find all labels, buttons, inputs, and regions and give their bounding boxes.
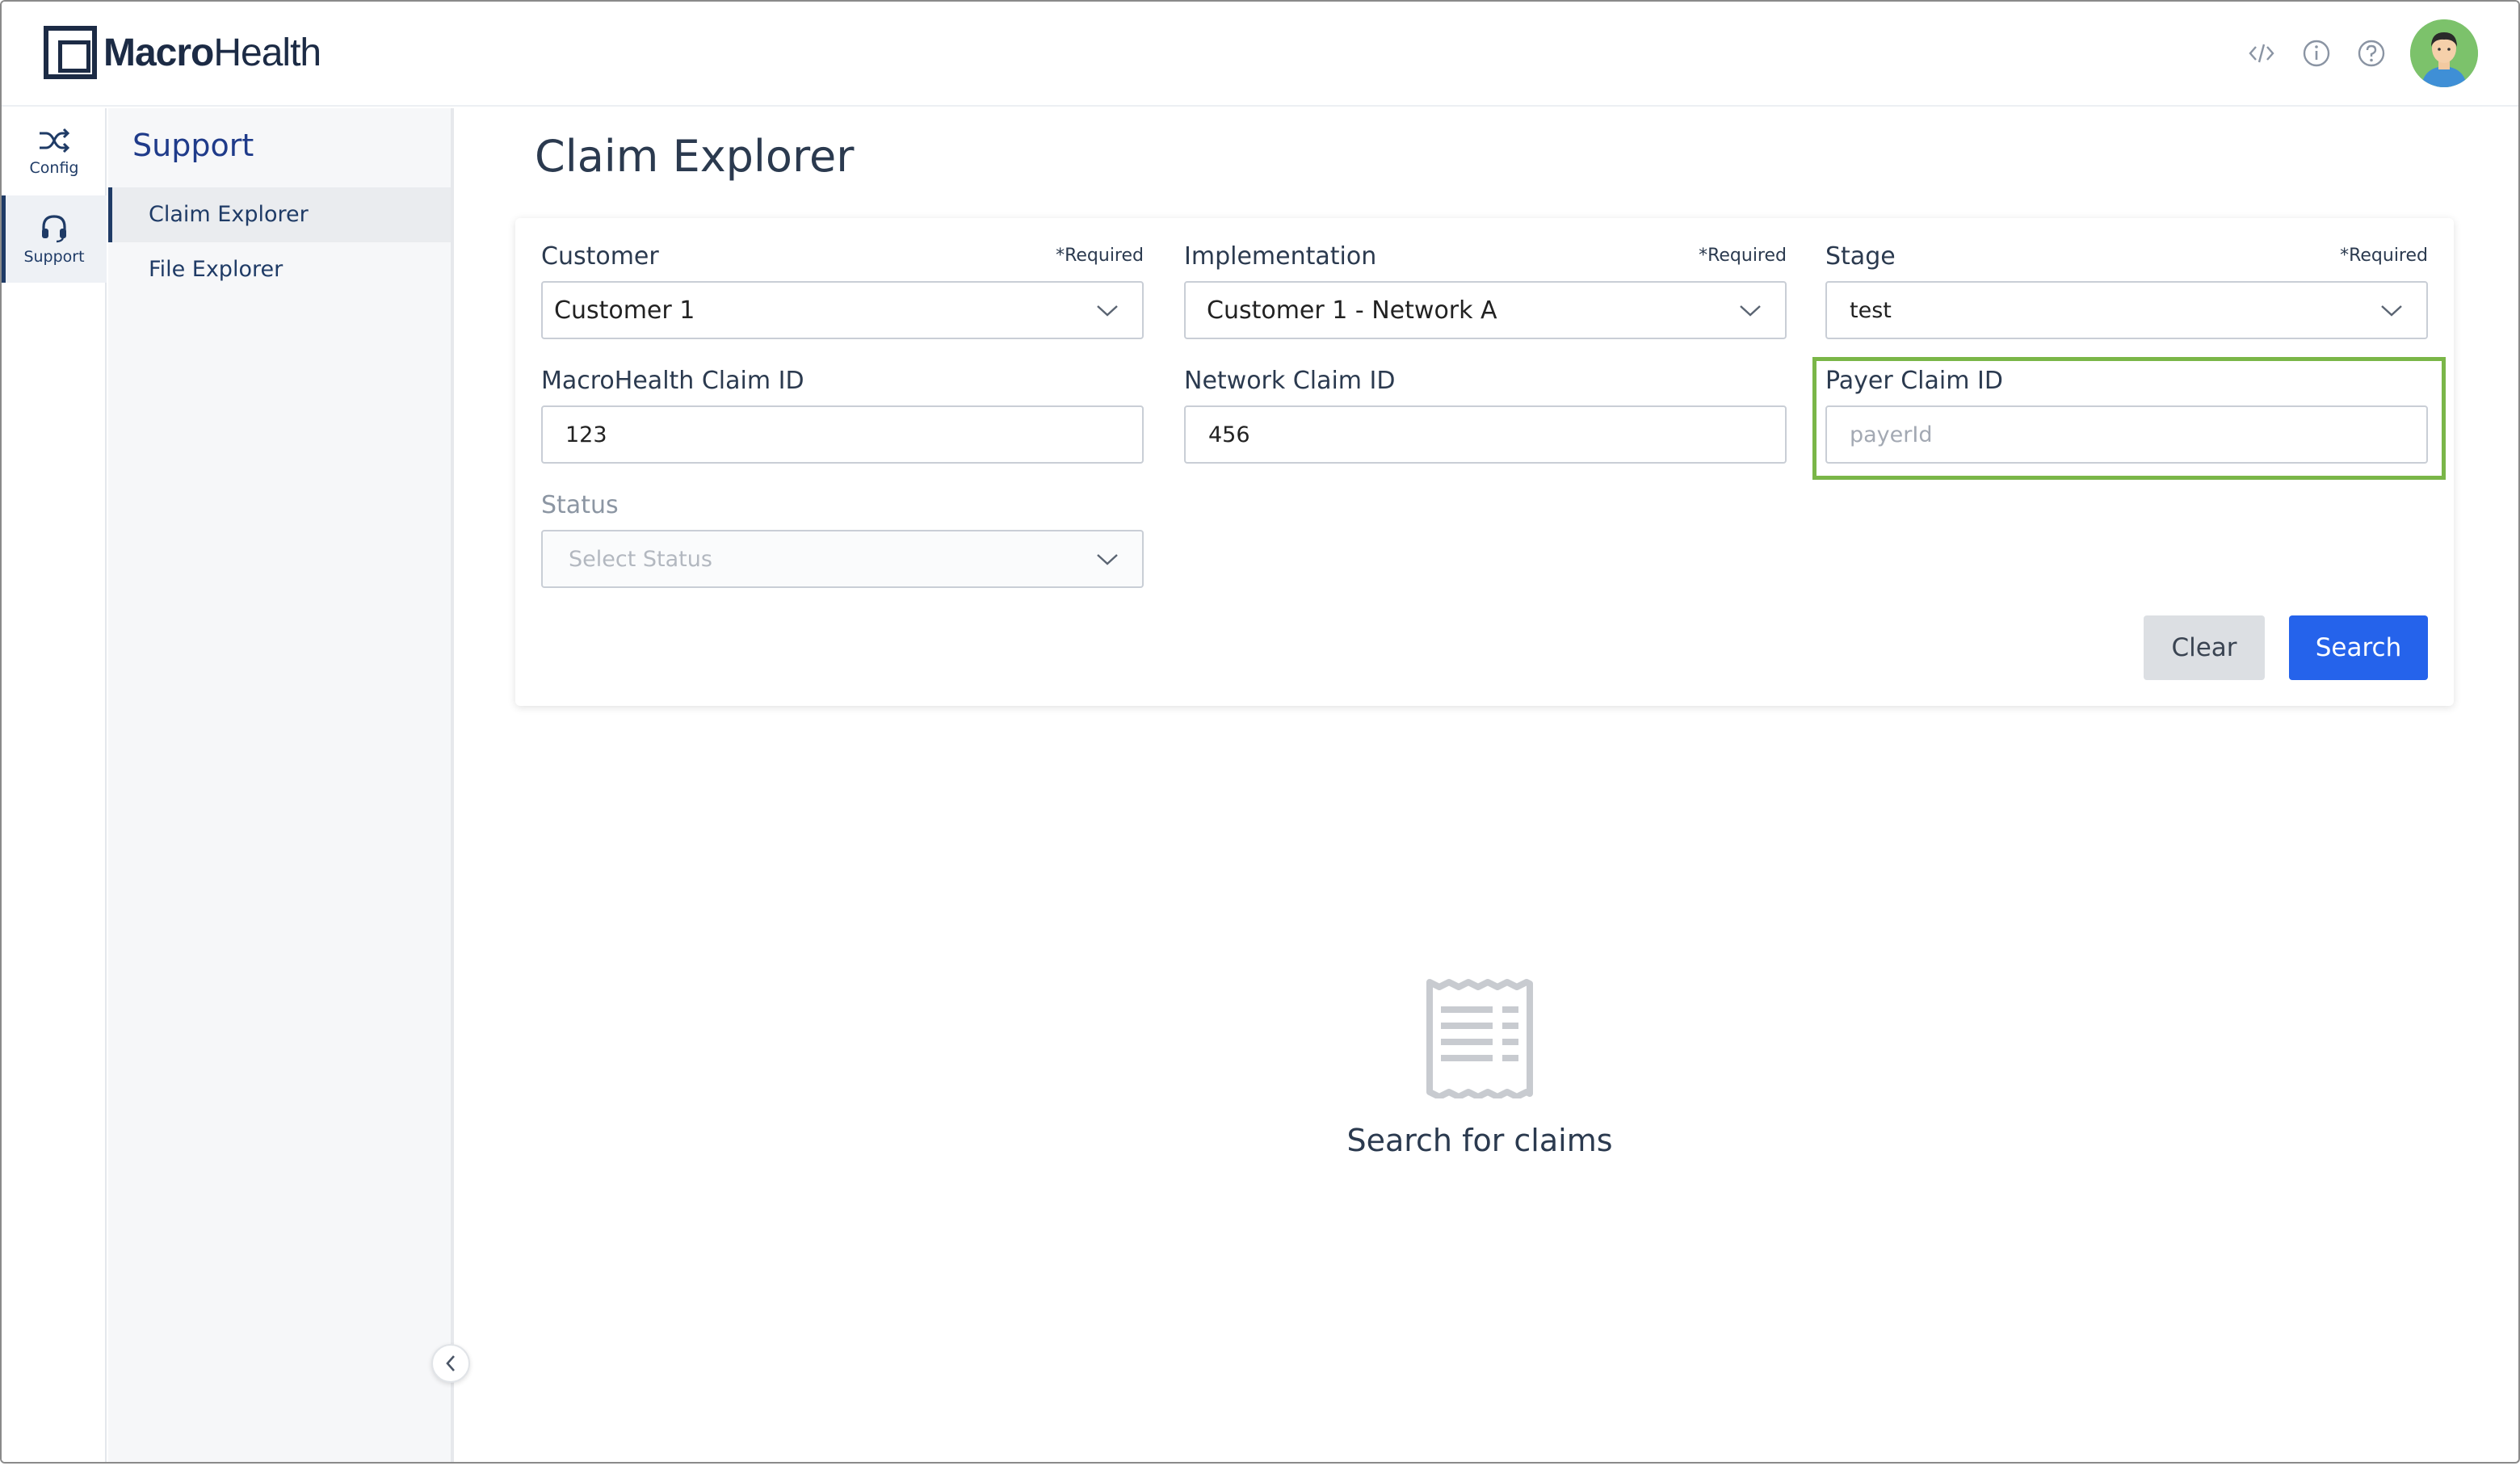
macrohealth-claim-id-value: 123 [565, 422, 607, 447]
implementation-select[interactable]: Customer 1 - Network A [1184, 281, 1787, 339]
macrohealth-claim-id-input[interactable]: 123 [541, 405, 1144, 464]
chevron-left-icon [446, 1355, 455, 1371]
sub-navigation: Support Claim Explorer File Explorer [108, 108, 454, 1462]
subnav-title: Support [132, 128, 254, 163]
headset-icon [42, 215, 66, 243]
customer-label: Customer [541, 242, 659, 271]
empty-state-text: Search for claims [1346, 1123, 1613, 1158]
collapse-sidebar-button[interactable] [431, 1344, 470, 1383]
rail-item-config[interactable]: Config [2, 108, 107, 195]
stage-label: Stage [1825, 242, 1896, 271]
clear-button[interactable]: Clear [2144, 615, 2265, 680]
brand-logo[interactable]: MacroHealth [44, 26, 321, 79]
stage-select[interactable]: test [1825, 281, 2428, 339]
required-indicator: *Required [1699, 246, 1787, 266]
status-label: Status [541, 491, 619, 519]
search-button[interactable]: Search [2289, 615, 2428, 680]
status-select[interactable]: Select Status [541, 530, 1144, 588]
stage-value: test [1850, 297, 1892, 323]
icon-rail: Config Support [2, 108, 107, 1462]
info-icon[interactable] [2300, 37, 2333, 69]
shuffle-icon [40, 128, 70, 153]
network-claim-id-value: 456 [1208, 422, 1250, 447]
subnav-item-file-explorer[interactable]: File Explorer [108, 242, 451, 297]
implementation-label: Implementation [1184, 242, 1377, 271]
chevron-down-icon [1097, 554, 1118, 565]
chevron-down-icon [1097, 305, 1118, 317]
user-avatar[interactable] [2410, 19, 2478, 87]
code-icon[interactable] [2245, 37, 2278, 69]
macrohealth-claim-id-label: MacroHealth Claim ID [541, 367, 804, 395]
rail-item-label: Support [23, 248, 85, 266]
app-window: MacroHealth Config Support Support Claim… [0, 0, 2520, 1464]
implementation-value: Customer 1 - Network A [1207, 296, 1497, 325]
required-indicator: *Required [1056, 246, 1144, 266]
rail-item-support[interactable]: Support [2, 195, 107, 283]
chevron-down-icon [2381, 305, 2402, 317]
page-title: Claim Explorer [535, 131, 855, 182]
macrohealth-claim-id-field: MacroHealth Claim ID 123 [541, 367, 1144, 465]
implementation-field: Implementation *Required Customer 1 - Ne… [1184, 242, 1787, 341]
network-claim-id-field: Network Claim ID 456 [1184, 367, 1787, 465]
customer-select[interactable]: Customer 1 [541, 281, 1144, 339]
required-indicator: *Required [2340, 246, 2428, 266]
customer-value: Customer 1 [554, 296, 695, 325]
network-claim-id-input[interactable]: 456 [1184, 405, 1787, 464]
customer-field: Customer *Required Customer 1 [541, 242, 1144, 341]
chevron-down-icon [1740, 305, 1761, 317]
payer-claim-id-highlight [1812, 357, 2446, 480]
rail-item-label: Config [29, 159, 79, 177]
stage-field: Stage *Required test [1825, 242, 2428, 341]
logo-mark-icon [44, 26, 97, 79]
network-claim-id-label: Network Claim ID [1184, 367, 1396, 395]
brand-name: MacroHealth [103, 31, 321, 74]
header-actions [2245, 19, 2478, 87]
status-placeholder: Select Status [569, 546, 712, 572]
status-field: Status Select Status [541, 491, 1144, 590]
subnav-item-claim-explorer[interactable]: Claim Explorer [108, 187, 451, 242]
empty-state: Search for claims [1294, 977, 1665, 1158]
top-header: MacroHealth [2, 2, 2518, 107]
help-icon[interactable] [2355, 37, 2388, 69]
receipt-icon [1426, 979, 1533, 1100]
